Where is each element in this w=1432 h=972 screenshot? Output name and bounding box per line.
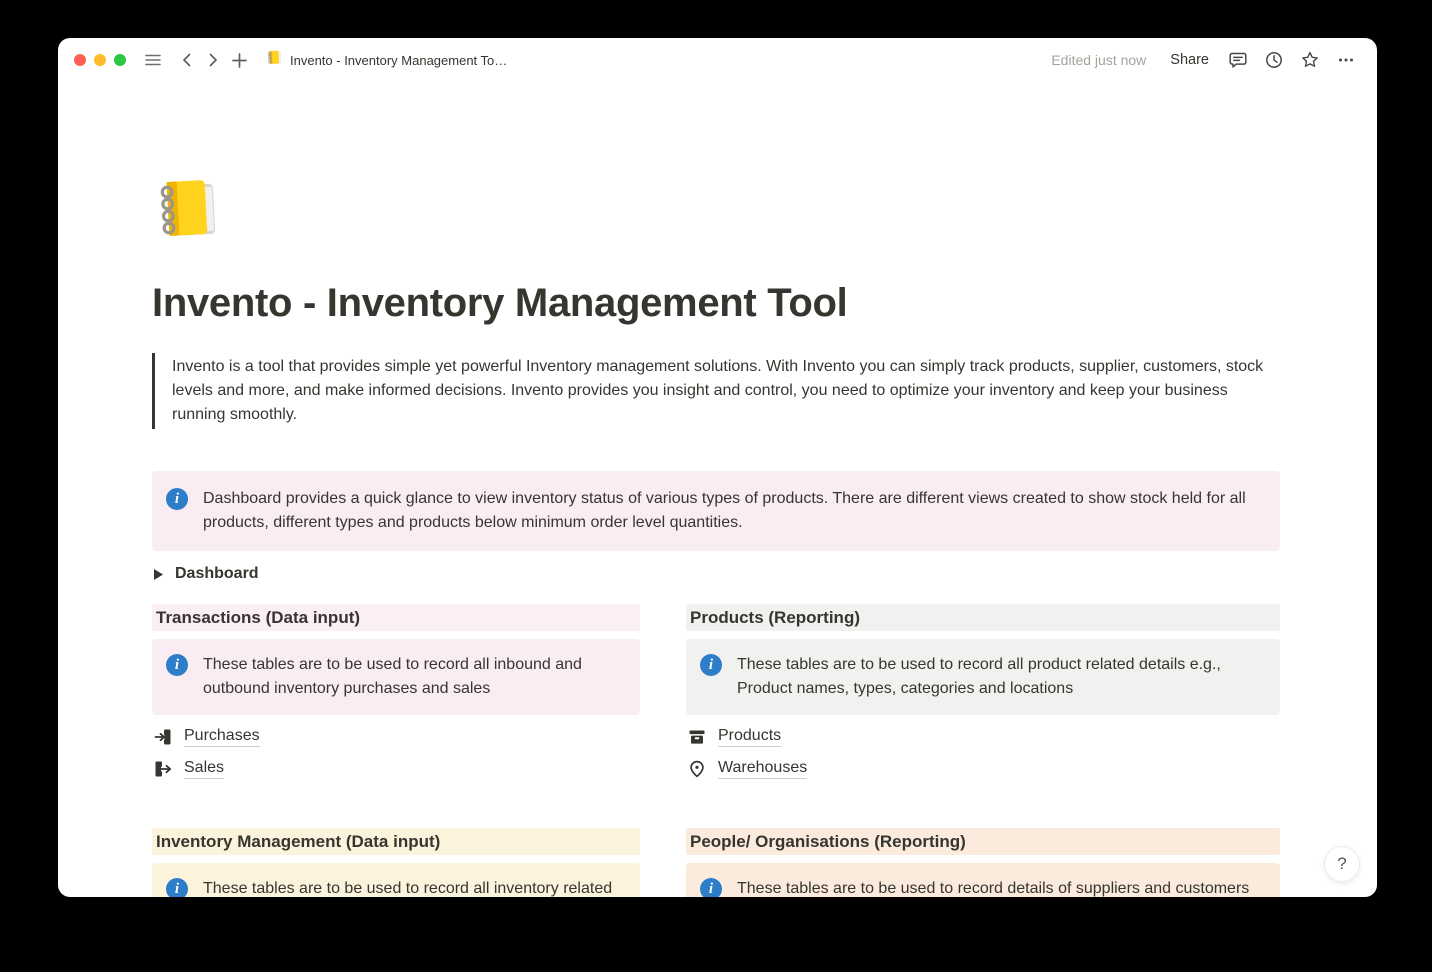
page-link-label: Purchases: [184, 727, 260, 747]
section-heading: Products (Reporting): [686, 604, 1280, 631]
section-columns: Transactions (Data input) i These tables…: [152, 604, 1280, 897]
section-people-organisations: People/ Organisations (Reporting) i Thes…: [686, 828, 1280, 897]
app-window: Invento - Inventory Management To… Edite…: [58, 38, 1377, 897]
logout-icon: [154, 760, 172, 778]
page-link-purchases[interactable]: Purchases: [152, 725, 260, 749]
intro-quote-block: Invento is a tool that provides simple y…: [152, 353, 1264, 429]
section-heading: People/ Organisations (Reporting): [686, 828, 1280, 855]
history-icon[interactable]: [1261, 47, 1287, 73]
page-link-sales[interactable]: Sales: [152, 757, 224, 781]
close-window-button[interactable]: [74, 54, 86, 66]
page-link-label: Sales: [184, 759, 224, 779]
forward-icon[interactable]: [200, 47, 226, 73]
dashboard-toggle-label: Dashboard: [175, 565, 259, 583]
page-link-warehouses[interactable]: Warehouses: [686, 757, 807, 781]
archive-box-icon: [688, 728, 706, 746]
dashboard-callout-text: Dashboard provides a quick glance to vie…: [203, 487, 1264, 535]
notebook-emoji-icon: [266, 49, 283, 71]
section-callout: i These tables are to be used to record …: [686, 863, 1280, 897]
section-callout-text: These tables are to be used to record al…: [203, 877, 628, 897]
section-callout-text: These tables are to be used to record al…: [737, 653, 1268, 701]
traffic-lights: [74, 54, 126, 66]
page-title: Invento - Inventory Management Tool: [152, 279, 1280, 327]
location-pin-icon: [688, 760, 706, 778]
info-icon: i: [166, 654, 188, 676]
page-icon-notebook-emoji[interactable]: [152, 173, 224, 245]
page-link-label: Warehouses: [718, 759, 807, 779]
minimize-window-button[interactable]: [94, 54, 106, 66]
section-products: Products (Reporting) i These tables are …: [686, 604, 1280, 789]
section-callout: i These tables are to be used to record …: [152, 863, 640, 897]
info-icon: i: [166, 878, 188, 897]
new-page-icon[interactable]: [226, 47, 252, 73]
info-icon: i: [700, 878, 722, 897]
share-button[interactable]: Share: [1164, 48, 1215, 72]
back-icon[interactable]: [174, 47, 200, 73]
section-callout: i These tables are to be used to record …: [686, 639, 1280, 715]
help-button[interactable]: ?: [1324, 846, 1360, 882]
toggle-triangle-icon[interactable]: [154, 569, 163, 580]
zoom-window-button[interactable]: [114, 54, 126, 66]
more-icon[interactable]: [1333, 47, 1359, 73]
favorite-star-icon[interactable]: [1297, 47, 1323, 73]
sidebar-menu-icon[interactable]: [140, 47, 166, 73]
page-body: Invento - Inventory Management Tool Inve…: [58, 173, 1377, 897]
titlebar: Invento - Inventory Management To… Edite…: [58, 38, 1377, 82]
section-callout: i These tables are to be used to record …: [152, 639, 640, 715]
page-link-label: Products: [718, 727, 781, 747]
current-page-tab[interactable]: Invento - Inventory Management To…: [266, 49, 507, 71]
edited-status: Edited just now: [1051, 52, 1146, 68]
section-callout-text: These tables are to be used to record al…: [203, 653, 628, 701]
section-callout-text: These tables are to be used to record de…: [737, 877, 1249, 897]
page-link-products[interactable]: Products: [686, 725, 781, 749]
info-icon: i: [166, 488, 188, 510]
section-inventory-management: Inventory Management (Data input) i Thes…: [152, 828, 640, 897]
dashboard-toggle[interactable]: Dashboard: [152, 560, 261, 588]
section-heading: Transactions (Data input): [152, 604, 640, 631]
dashboard-callout: i Dashboard provides a quick glance to v…: [152, 471, 1280, 551]
section-heading: Inventory Management (Data input): [152, 828, 640, 855]
info-icon: i: [700, 654, 722, 676]
comments-icon[interactable]: [1225, 47, 1251, 73]
page-tab-title: Invento - Inventory Management To…: [290, 53, 507, 68]
section-transactions: Transactions (Data input) i These tables…: [152, 604, 640, 789]
login-icon: [154, 728, 172, 746]
